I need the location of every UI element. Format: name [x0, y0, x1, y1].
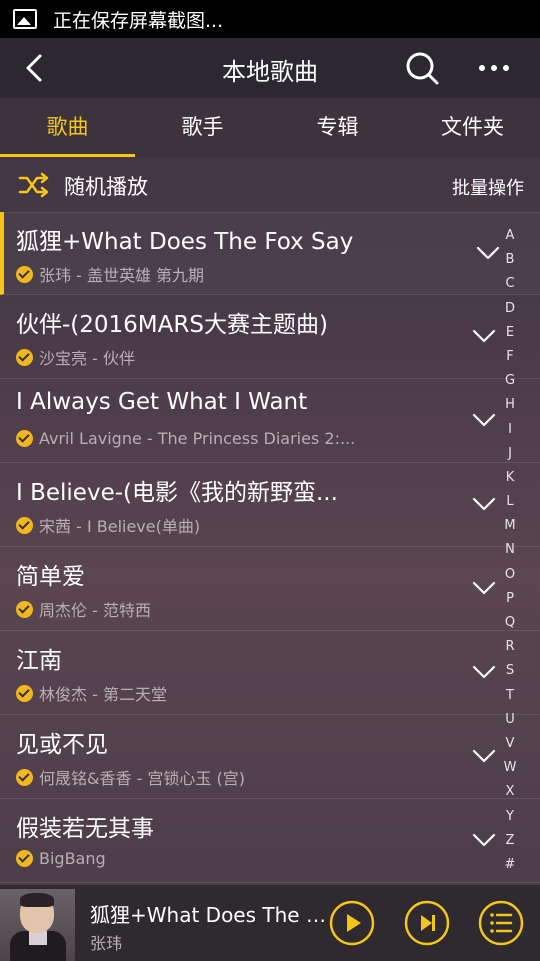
- alphabet-index[interactable]: A B C D E F G H I J K L M N O P Q R S T …: [498, 224, 522, 877]
- alpha-index-letter[interactable]: Y: [498, 805, 522, 829]
- alpha-index-letter[interactable]: Q: [498, 611, 522, 635]
- chevron-down-icon[interactable]: [472, 833, 496, 847]
- alpha-index-letter[interactable]: C: [498, 272, 522, 296]
- alpha-index-letter[interactable]: K: [498, 466, 522, 490]
- chevron-down-icon[interactable]: [472, 665, 496, 679]
- song-title: 伙伴-(2016MARS大赛主题曲): [16, 312, 328, 338]
- batch-operation-button[interactable]: 批量操作: [452, 174, 524, 200]
- tab-bar: 歌曲 歌手 专辑 文件夹: [0, 98, 540, 157]
- song-title: 狐狸+What Does The Fox Say: [16, 229, 354, 255]
- alpha-index-letter[interactable]: U: [498, 708, 522, 732]
- song-row[interactable]: I Believe-(电影《我的新野蛮... 宋茜 - I Believe(单曲…: [0, 463, 540, 547]
- alpha-index-letter[interactable]: O: [498, 563, 522, 587]
- alpha-index-letter[interactable]: F: [498, 345, 522, 369]
- song-title: 假装若无其事: [16, 816, 154, 842]
- alpha-index-letter[interactable]: D: [498, 297, 522, 321]
- alpha-index-letter[interactable]: N: [498, 538, 522, 562]
- tab-albums[interactable]: 专辑: [270, 98, 405, 157]
- song-row[interactable]: 伙伴-(2016MARS大赛主题曲) 沙宝亮 - 伙伴: [0, 295, 540, 379]
- chevron-down-icon[interactable]: [472, 329, 496, 343]
- alpha-index-letter[interactable]: W: [498, 756, 522, 780]
- song-subtitle: 宋茜 - I Believe(单曲): [39, 517, 201, 536]
- playlist-queue-icon[interactable]: [478, 900, 524, 946]
- downloaded-check-icon: [16, 348, 33, 366]
- alpha-index-letter[interactable]: V: [498, 732, 522, 756]
- song-row[interactable]: 江南 林俊杰 - 第二天堂: [0, 631, 540, 715]
- downloaded-check-icon: [16, 600, 33, 618]
- song-row[interactable]: I Always Get What I Want Avril Lavigne -…: [0, 379, 540, 463]
- downloaded-check-icon: [16, 850, 33, 867]
- downloaded-check-icon: [16, 684, 33, 702]
- song-title: 江南: [16, 648, 62, 674]
- alpha-index-letter[interactable]: J: [498, 442, 522, 466]
- song-row[interactable]: 狐狸+What Does The Fox Say 张玮 - 盖世英雄 第九期: [0, 212, 540, 295]
- alpha-index-letter[interactable]: Z: [498, 829, 522, 853]
- tab-folders[interactable]: 文件夹: [405, 98, 540, 157]
- list-toolbar: 随机播放 批量操作: [0, 158, 540, 213]
- song-row[interactable]: 见或不见 何晟铭&香香 - 宫锁心玉 (宫): [0, 715, 540, 799]
- now-playing-artist: 张玮: [90, 934, 123, 953]
- tab-songs[interactable]: 歌曲: [0, 98, 135, 157]
- image-icon: [13, 9, 37, 29]
- next-track-icon[interactable]: [404, 900, 450, 946]
- status-bar: 正在保存屏幕截图...: [0, 0, 540, 38]
- tab-artists[interactable]: 歌手: [135, 98, 270, 157]
- alpha-index-letter[interactable]: R: [498, 635, 522, 659]
- alpha-index-letter[interactable]: H: [498, 393, 522, 417]
- downloaded-check-icon: [16, 430, 33, 447]
- downloaded-check-icon: [16, 516, 33, 534]
- now-playing-title: 狐狸+What Does The Fo...: [90, 903, 330, 927]
- alpha-index-letter[interactable]: T: [498, 684, 522, 708]
- song-title: 见或不见: [16, 732, 108, 758]
- song-subtitle: 何晟铭&香香 - 宫锁心玉 (宫): [39, 769, 245, 788]
- song-subtitle: 周杰伦 - 范特西: [39, 601, 151, 620]
- alpha-index-letter[interactable]: S: [498, 659, 522, 683]
- song-title: 简单爱: [16, 564, 85, 590]
- song-subtitle: 林俊杰 - 第二天堂: [39, 685, 167, 704]
- chevron-down-icon[interactable]: [472, 749, 496, 763]
- downloaded-check-icon: [16, 768, 33, 786]
- page-title: 本地歌曲: [222, 58, 318, 86]
- play-button-icon[interactable]: [329, 900, 375, 946]
- status-notification: 正在保存屏幕截图...: [53, 9, 224, 32]
- alpha-index-letter[interactable]: I: [498, 418, 522, 442]
- more-options-icon[interactable]: [474, 54, 514, 82]
- alpha-index-letter[interactable]: X: [498, 780, 522, 804]
- alpha-index-letter[interactable]: #: [498, 853, 522, 877]
- chevron-down-icon[interactable]: [476, 246, 500, 260]
- shuffle-play-button[interactable]: 随机播放: [64, 171, 148, 201]
- alpha-index-letter[interactable]: E: [498, 321, 522, 345]
- alpha-index-letter[interactable]: G: [498, 369, 522, 393]
- song-subtitle: Avril Lavigne - The Princess Diaries 2:.…: [39, 429, 356, 448]
- shuffle-icon[interactable]: [18, 172, 50, 198]
- alpha-index-letter[interactable]: M: [498, 514, 522, 538]
- search-icon[interactable]: [404, 50, 440, 86]
- song-row[interactable]: 假装若无其事 BigBang: [0, 799, 540, 883]
- song-title: I Always Get What I Want: [16, 389, 308, 415]
- song-subtitle: BigBang: [39, 849, 106, 868]
- album-art[interactable]: [0, 889, 75, 961]
- alpha-index-letter[interactable]: P: [498, 587, 522, 611]
- alpha-index-letter[interactable]: B: [498, 248, 522, 272]
- song-subtitle: 张玮 - 盖世英雄 第九期: [39, 266, 205, 285]
- song-subtitle: 沙宝亮 - 伙伴: [39, 349, 135, 368]
- chevron-down-icon[interactable]: [472, 413, 496, 427]
- chevron-down-icon[interactable]: [472, 581, 496, 595]
- song-title: I Believe-(电影《我的新野蛮...: [16, 480, 338, 506]
- header: 本地歌曲: [0, 38, 540, 98]
- song-row[interactable]: 简单爱 周杰伦 - 范特西: [0, 547, 540, 631]
- chevron-down-icon[interactable]: [472, 497, 496, 511]
- mini-player[interactable]: 狐狸+What Does The Fo... 张玮: [0, 884, 540, 961]
- alpha-index-letter[interactable]: L: [498, 490, 522, 514]
- alpha-index-letter[interactable]: A: [498, 224, 522, 248]
- downloaded-check-icon: [16, 265, 33, 283]
- song-list: 狐狸+What Does The Fox Say 张玮 - 盖世英雄 第九期 伙…: [0, 212, 540, 883]
